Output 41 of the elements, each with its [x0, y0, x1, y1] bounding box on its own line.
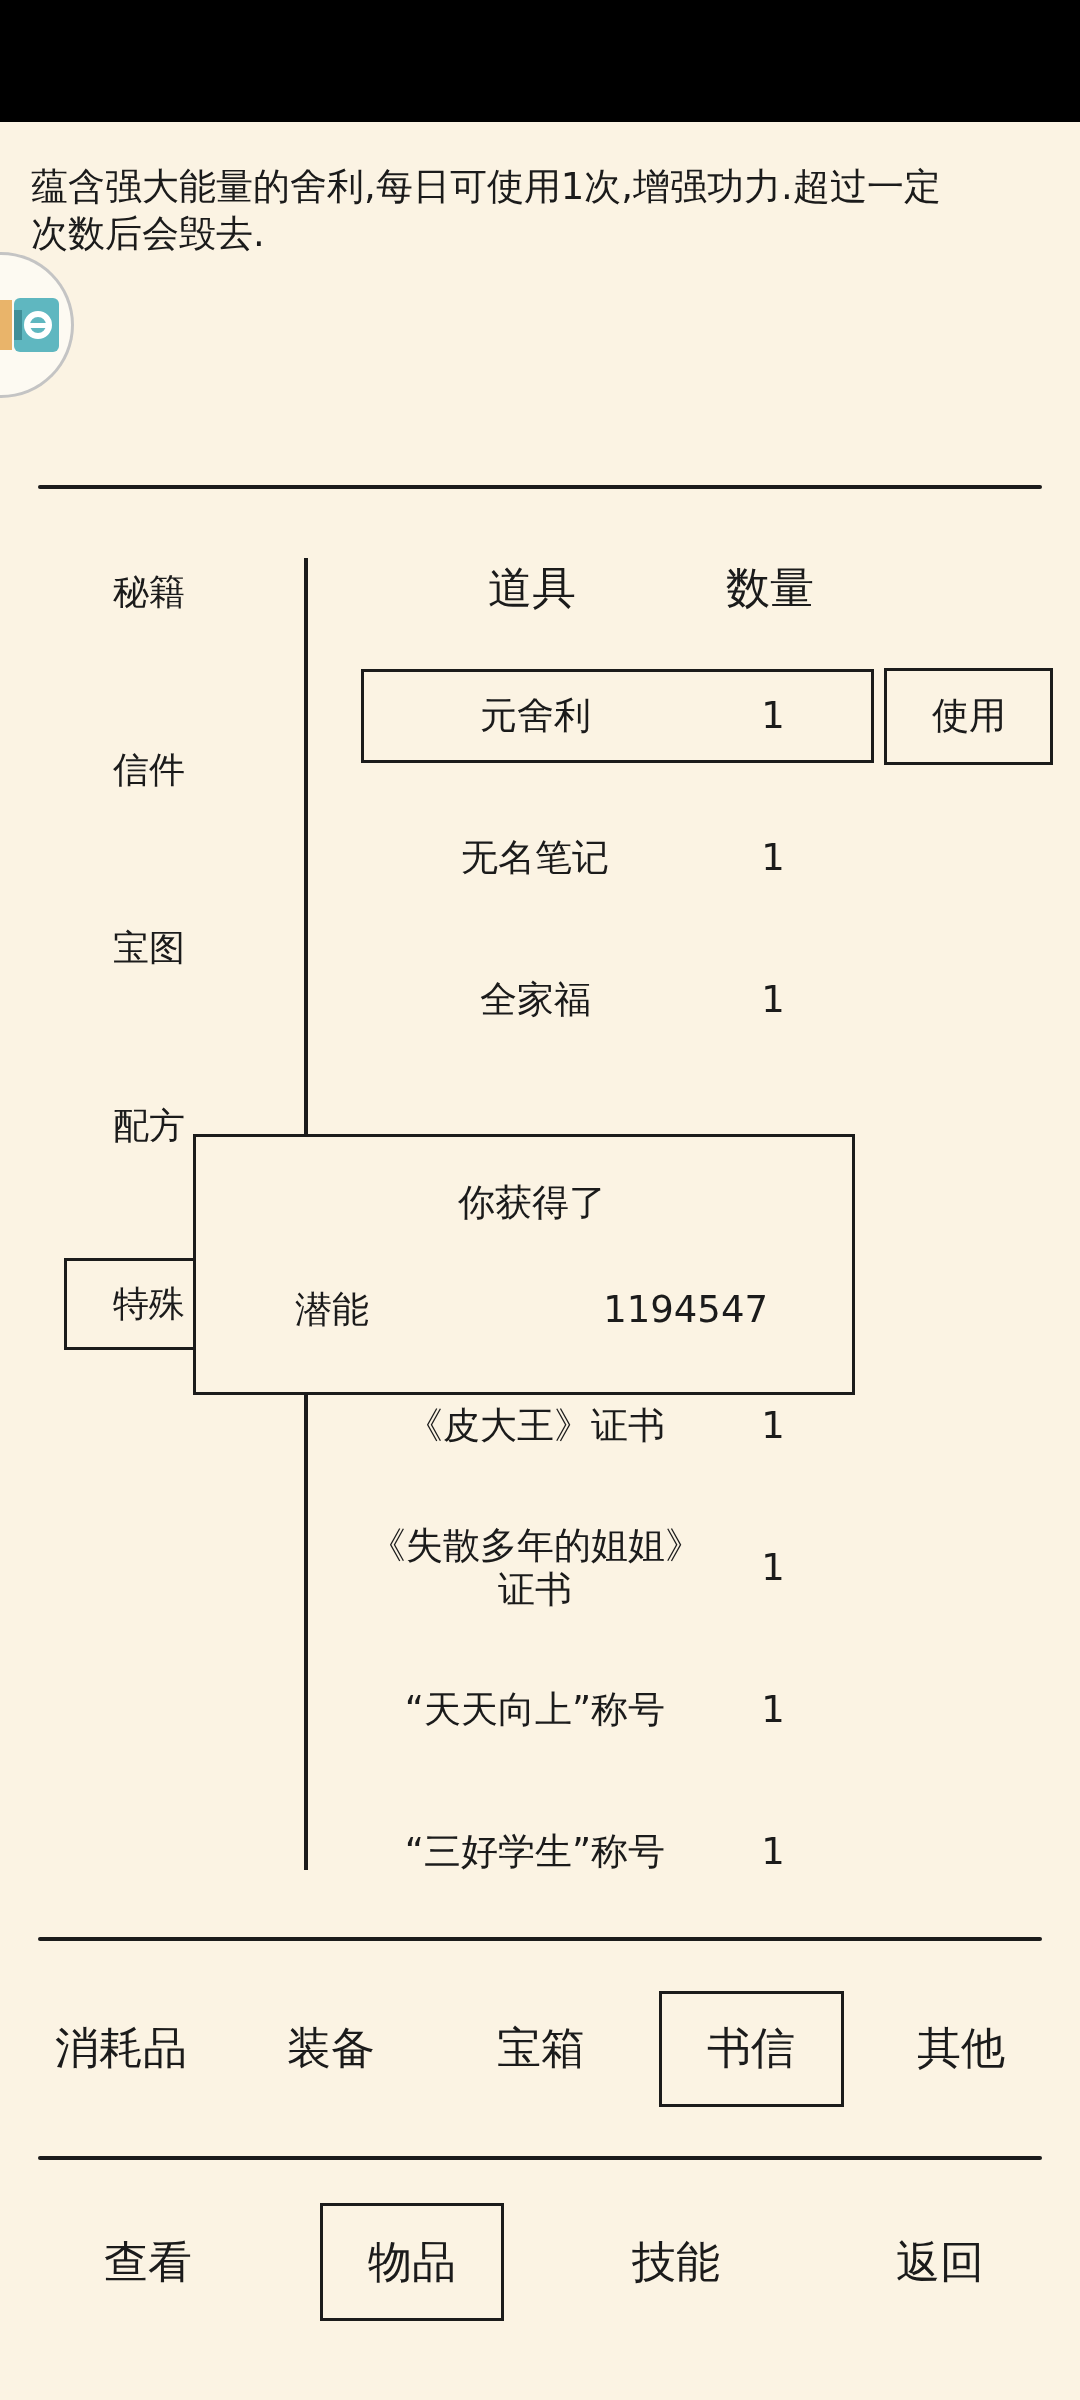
item-row[interactable]: 无名笔记 1 — [361, 811, 874, 905]
dialog-title: 你获得了 — [457, 1180, 606, 1226]
column-header: 道具 — [488, 561, 576, 614]
column-header: 数量 — [726, 561, 814, 614]
item-quantity: 1 — [761, 1404, 785, 1448]
sidebar-item[interactable]: 配方 — [64, 1080, 234, 1172]
item-name: 无名笔记 — [461, 836, 609, 880]
item-row[interactable]: “三好学生”称号 1 — [361, 1805, 874, 1899]
category-tab[interactable]: 装备 — [238, 1990, 424, 2107]
item-quantity: 1 — [761, 694, 785, 738]
sidebar-item[interactable]: 宝图 — [64, 902, 234, 994]
category-tab[interactable]: 消耗品 — [28, 1990, 214, 2107]
nav-tab[interactable]: 技能 — [584, 2203, 768, 2321]
item-quantity: 1 — [761, 1830, 785, 1874]
category-tab[interactable]: 书信 — [658, 1990, 844, 2107]
item-name: 《皮大王》证书 — [405, 1404, 665, 1448]
item-row[interactable]: 《失散多年的姐姐》证书 1 — [361, 1521, 874, 1615]
category-tab[interactable]: 其他 — [868, 1990, 1054, 2107]
item-description: 蕴含强大能量的舍利,每日可使用1次,增强功力.超过一定次数后会毁去. — [31, 164, 942, 257]
use-button[interactable]: 使用 — [884, 667, 1053, 765]
sidebar-item[interactable]: 信件 — [64, 724, 234, 816]
item-quantity: 1 — [761, 836, 785, 880]
nav-tab[interactable]: 返回 — [848, 2203, 1032, 2321]
nav-tab[interactable]: 查看 — [56, 2203, 240, 2321]
item-name: 元舍利 — [479, 694, 591, 738]
nav-tab[interactable]: 物品 — [320, 2203, 504, 2321]
sidebar-item[interactable]: 秘籍 — [64, 546, 234, 638]
item-quantity: 1 — [761, 978, 785, 1022]
app-logo-icon — [0, 296, 59, 354]
item-quantity: 1 — [761, 1688, 785, 1732]
reward-name: 潜能 — [295, 1287, 369, 1333]
reward-amount: 1194547 — [603, 1287, 768, 1333]
item-row[interactable]: “天天向上”称号 1 — [361, 1663, 874, 1757]
category-tab[interactable]: 宝箱 — [448, 1990, 634, 2107]
item-row[interactable]: 全家福 1 — [361, 953, 874, 1047]
item-name: “三好学生”称号 — [404, 1830, 666, 1874]
item-quantity: 1 — [761, 1546, 785, 1590]
item-name: “天天向上”称号 — [404, 1688, 666, 1732]
item-row[interactable]: 元舍利 1 — [361, 669, 874, 763]
item-name: 全家福 — [479, 978, 591, 1022]
item-name: 《失散多年的姐姐》证书 — [367, 1524, 703, 1612]
